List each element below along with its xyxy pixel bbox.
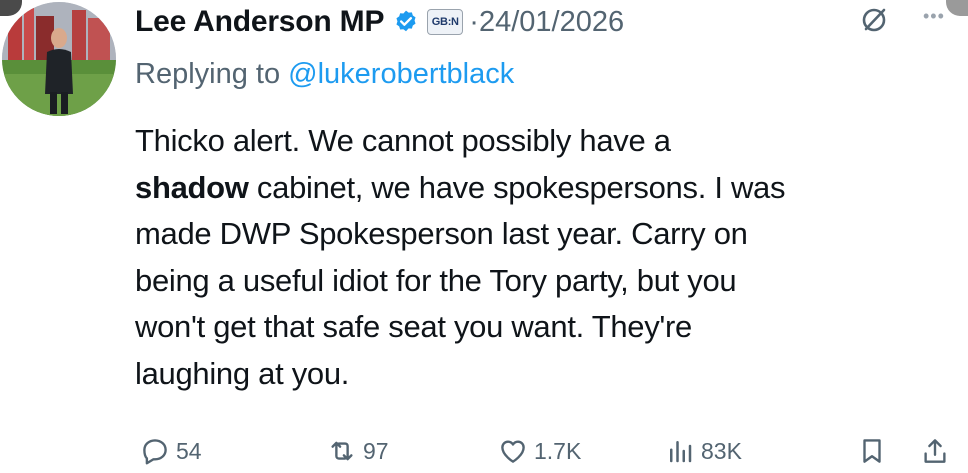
tweet-bold-span: shadow bbox=[135, 169, 249, 205]
heart-icon bbox=[501, 440, 525, 463]
tweet-text: Thicko alert. We cannot possibly have a … bbox=[135, 118, 960, 398]
views-icon bbox=[670, 441, 692, 463]
tweet-header: Lee Anderson MP GB:N ·24/01/2026 bbox=[135, 2, 624, 42]
tweet-date[interactable]: ·24/01/2026 bbox=[469, 6, 624, 39]
tweet-line: shadow cabinet, we have spokespersons. I… bbox=[135, 165, 960, 212]
reply-handle-link[interactable]: @lukerobertblack bbox=[288, 58, 514, 90]
repost-button[interactable]: 97 bbox=[327, 436, 389, 466]
corner-shadow-left bbox=[0, 0, 22, 16]
reply-icon bbox=[143, 439, 167, 465]
replying-to: Replying to @lukerobertblack bbox=[135, 58, 514, 91]
like-button[interactable]: 1.7K bbox=[498, 436, 581, 466]
views-count: 83K bbox=[701, 437, 742, 464]
repost-icon bbox=[331, 441, 353, 461]
tweet-line: laughing at you. bbox=[135, 351, 960, 398]
like-count: 1.7K bbox=[534, 437, 582, 464]
share-button[interactable] bbox=[920, 436, 956, 466]
share-icon bbox=[924, 439, 946, 463]
tweet-text-span: won't get that safe seat you want. They'… bbox=[135, 309, 692, 345]
date-separator: · bbox=[469, 5, 479, 38]
tweet-line: made DWP Spokesperson last year. Carry o… bbox=[135, 211, 960, 258]
more-icon[interactable]: ••• bbox=[923, 6, 945, 27]
replying-to-label: Replying to bbox=[135, 58, 281, 90]
bookmark-icon bbox=[863, 439, 881, 463]
tweet-line: won't get that safe seat you want. They'… bbox=[135, 304, 960, 351]
org-affiliation-badge[interactable]: GB:N bbox=[427, 9, 464, 35]
tweet-actions: 54 97 1.7K 83K bbox=[0, 436, 968, 473]
tweet-text-span: made DWP Spokesperson last year. Carry o… bbox=[135, 216, 748, 252]
tweet-text-span: being a useful idiot for the Tory party,… bbox=[135, 262, 737, 298]
bookmark-button[interactable] bbox=[857, 436, 893, 466]
reply-button[interactable]: 54 bbox=[140, 436, 202, 466]
tweet-text-span: laughing at you. bbox=[135, 355, 350, 391]
corner-shadow-right bbox=[946, 0, 968, 16]
repost-count: 97 bbox=[363, 437, 389, 464]
tweet-text-span: Thicko alert. We cannot possibly have a bbox=[135, 123, 671, 158]
date-value: 24/01/2026 bbox=[478, 5, 625, 38]
tweet-text-span: cabinet, we have spokespersons. I was bbox=[248, 169, 786, 205]
tweet-line: being a useful idiot for the Tory party,… bbox=[135, 258, 960, 305]
grok-icon[interactable] bbox=[860, 6, 888, 34]
author-name[interactable]: Lee Anderson MP bbox=[135, 5, 384, 39]
reply-count: 54 bbox=[176, 437, 202, 464]
avatar[interactable] bbox=[2, 2, 116, 116]
verified-badge-icon bbox=[396, 10, 416, 32]
views-button[interactable]: 83K bbox=[665, 436, 742, 466]
tweet-line: Thicko alert. We cannot possibly have a bbox=[135, 118, 960, 165]
